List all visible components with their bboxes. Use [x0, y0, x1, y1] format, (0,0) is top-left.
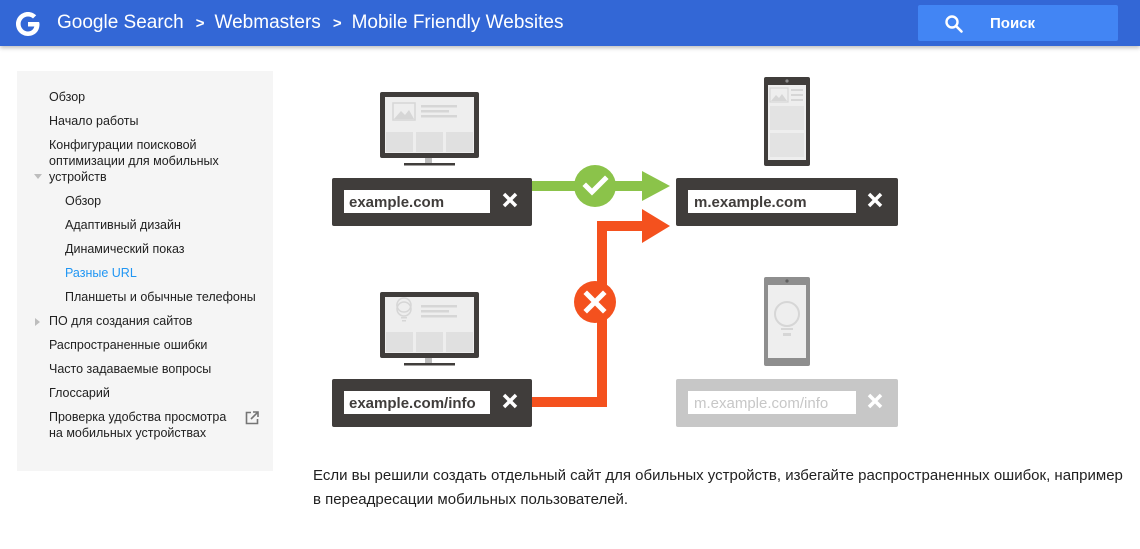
sidebar-item-common-mistakes[interactable]: Распространенные ошибки: [17, 333, 273, 357]
chevron-right-icon: >: [332, 14, 342, 32]
sidebar-item-label: ПО для создания сайтов: [49, 314, 193, 328]
sidebar-item-label: Распространенные ошибки: [49, 338, 208, 352]
sidebar-item-mobile-seo-config[interactable]: Конфигурации поисковой оптимизации для м…: [17, 133, 273, 189]
mobile-phone-disabled-icon: [764, 277, 810, 366]
sidebar-subitem-separate-urls[interactable]: Разные URL: [17, 261, 273, 285]
redirect-diagram: example.com m.example.com example.com/in…: [332, 77, 898, 427]
desktop-url-bar: example.com/info: [332, 379, 532, 427]
sidebar-item-label: Разные URL: [65, 266, 137, 280]
sidebar-item-label: Адаптивный дизайн: [65, 218, 181, 232]
sidebar-item-label: Начало работы: [49, 114, 139, 128]
collapsed-triangle-icon[interactable]: [35, 318, 40, 326]
mobile-url-text: m.example.com/info: [694, 395, 828, 412]
sidebar-item-faq[interactable]: Часто задаваемые вопросы: [17, 357, 273, 381]
sidebar-item-label: Обзор: [49, 90, 86, 104]
desktop-monitor-icon: [380, 292, 479, 366]
breadcrumb: Google Search > Webmasters > Mobile Frie…: [57, 0, 563, 46]
sidebar-subitem-overview[interactable]: Обзор: [17, 189, 273, 213]
search-icon: [945, 15, 963, 33]
sidebar-nav: Обзор Начало работы Конфигурации поисков…: [17, 71, 273, 471]
search-button-label: Поиск: [990, 15, 1036, 32]
sidebar-item-label: Планшеты и обычные телефоны: [65, 290, 256, 304]
sidebar-item-label: Глоссарий: [49, 386, 110, 400]
breadcrumb-item[interactable]: Webmasters: [215, 12, 321, 34]
diagram-caption: Если вы решили создать отдельный сайт дл…: [313, 467, 1123, 508]
wrong-redirect-arrow: [532, 209, 670, 407]
breadcrumb-item[interactable]: Google Search: [57, 12, 184, 34]
sidebar-item-overview[interactable]: Обзор: [17, 85, 273, 109]
mobile-url-text: m.example.com: [694, 194, 807, 211]
search-button[interactable]: Поиск: [918, 5, 1118, 41]
desktop-url-bar: example.com: [332, 178, 532, 226]
sidebar-item-mobile-friendly-test[interactable]: Проверка удобства просмотра на мобильных…: [17, 405, 273, 445]
chevron-right-icon: >: [195, 14, 205, 32]
sidebar-item-label: Проверка удобства просмотра на мобильных…: [49, 410, 227, 440]
sidebar-item-label: Часто задаваемые вопросы: [49, 362, 212, 376]
mobile-url-bar-disabled: m.example.com/info: [676, 379, 898, 427]
sidebar-item-site-software[interactable]: ПО для создания сайтов: [17, 309, 273, 333]
expand-triangle-icon[interactable]: [34, 174, 42, 179]
sidebar-subitem-tablets-phones[interactable]: Планшеты и обычные телефоны: [17, 285, 273, 309]
mobile-phone-icon: [764, 77, 810, 166]
top-header: Google Search > Webmasters > Mobile Frie…: [0, 0, 1140, 46]
sidebar-item-label: Обзор: [65, 194, 102, 208]
sidebar-subitem-responsive-design[interactable]: Адаптивный дизайн: [17, 213, 273, 237]
desktop-url-text: example.com/info: [349, 395, 476, 412]
sidebar-item-label: Динамический показ: [65, 242, 185, 256]
sidebar-subitem-dynamic-serving[interactable]: Динамический показ: [17, 237, 273, 261]
sidebar-item-label: Конфигурации поисковой оптимизации для м…: [49, 138, 219, 184]
external-link-icon: [245, 411, 259, 425]
correct-redirect-arrow: [532, 165, 670, 207]
breadcrumb-item[interactable]: Mobile Friendly Websites: [352, 12, 564, 34]
mobile-url-bar: m.example.com: [676, 178, 898, 226]
desktop-url-text: example.com: [349, 194, 444, 211]
sidebar-item-glossary[interactable]: Глоссарий: [17, 381, 273, 405]
desktop-monitor-icon: [380, 92, 479, 166]
google-g-logo[interactable]: [14, 10, 42, 38]
sidebar-item-getting-started[interactable]: Начало работы: [17, 109, 273, 133]
